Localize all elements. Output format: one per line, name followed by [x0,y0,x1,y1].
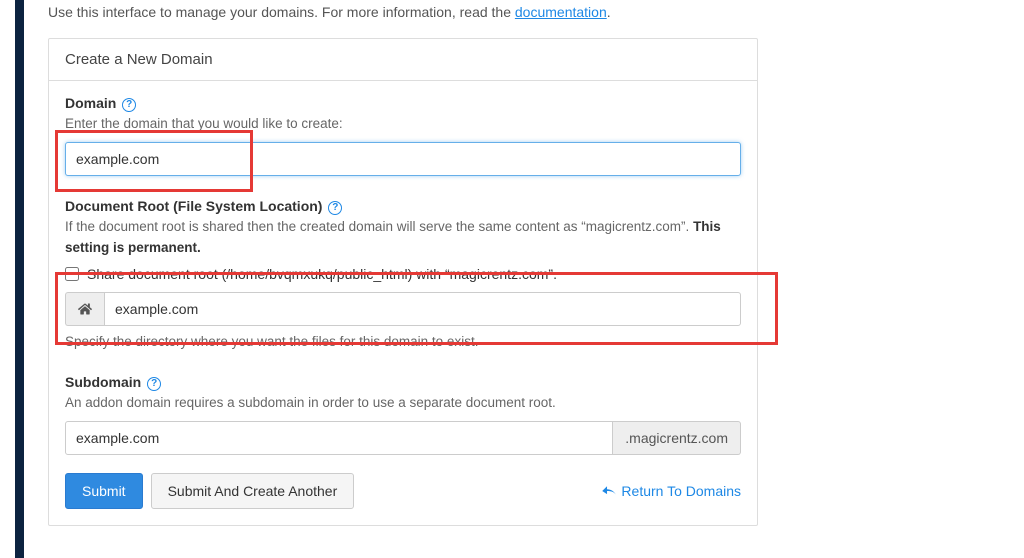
subdomain-input[interactable] [65,421,613,455]
share-docroot-row[interactable]: Share document root (/home/bvqmxukq/publ… [65,266,741,282]
help-icon[interactable]: ? [147,377,161,391]
submit-create-another-button[interactable]: Submit And Create Another [151,473,355,509]
return-label: Return To Domains [621,483,741,499]
intro-text: Use this interface to manage your domain… [48,0,968,32]
docroot-help: If the document root is shared then the … [65,217,741,258]
panel-body: Domain ? Enter the domain that you would… [49,81,757,525]
subdomain-label-row: Subdomain ? [65,374,741,391]
panel-title: Create a New Domain [49,39,757,81]
left-nav-stripe [15,0,24,558]
domain-label: Domain [65,95,116,111]
docroot-input[interactable] [104,292,741,326]
domain-label-row: Domain ? [65,95,741,112]
docroot-label: Document Root (File System Location) [65,198,322,214]
domain-input[interactable] [65,142,741,176]
reply-icon [602,484,616,498]
share-docroot-label: Share document root (/home/bvqmxukq/publ… [87,266,557,282]
docroot-below-help: Specify the directory where you want the… [65,332,741,352]
subdomain-field-group: Subdomain ? An addon domain requires a s… [65,374,741,455]
subdomain-input-group: .magicrentz.com [65,421,741,455]
create-domain-panel: Create a New Domain Domain ? Enter the d… [48,38,758,526]
subdomain-suffix: .magicrentz.com [613,421,741,455]
docroot-help-before: If the document root is shared then the … [65,219,693,234]
documentation-link[interactable]: documentation [515,4,607,20]
subdomain-label: Subdomain [65,374,141,390]
domain-help: Enter the domain that you would like to … [65,114,741,134]
share-docroot-checkbox[interactable] [65,267,79,281]
home-icon [65,292,104,326]
actions-row: Submit Submit And Create Another Return … [65,473,741,509]
return-to-domains-link[interactable]: Return To Domains [602,483,741,499]
intro-after: . [607,4,611,20]
page-content: Use this interface to manage your domain… [48,0,968,526]
help-icon[interactable]: ? [122,98,136,112]
docroot-field-group: Document Root (File System Location) ? I… [65,198,741,352]
intro-before: Use this interface to manage your domain… [48,4,515,20]
domain-field-group: Domain ? Enter the domain that you would… [65,95,741,176]
docroot-label-row: Document Root (File System Location) ? [65,198,741,215]
submit-button[interactable]: Submit [65,473,143,509]
docroot-input-group [65,292,741,326]
help-icon[interactable]: ? [328,201,342,215]
subdomain-help: An addon domain requires a subdomain in … [65,393,741,413]
